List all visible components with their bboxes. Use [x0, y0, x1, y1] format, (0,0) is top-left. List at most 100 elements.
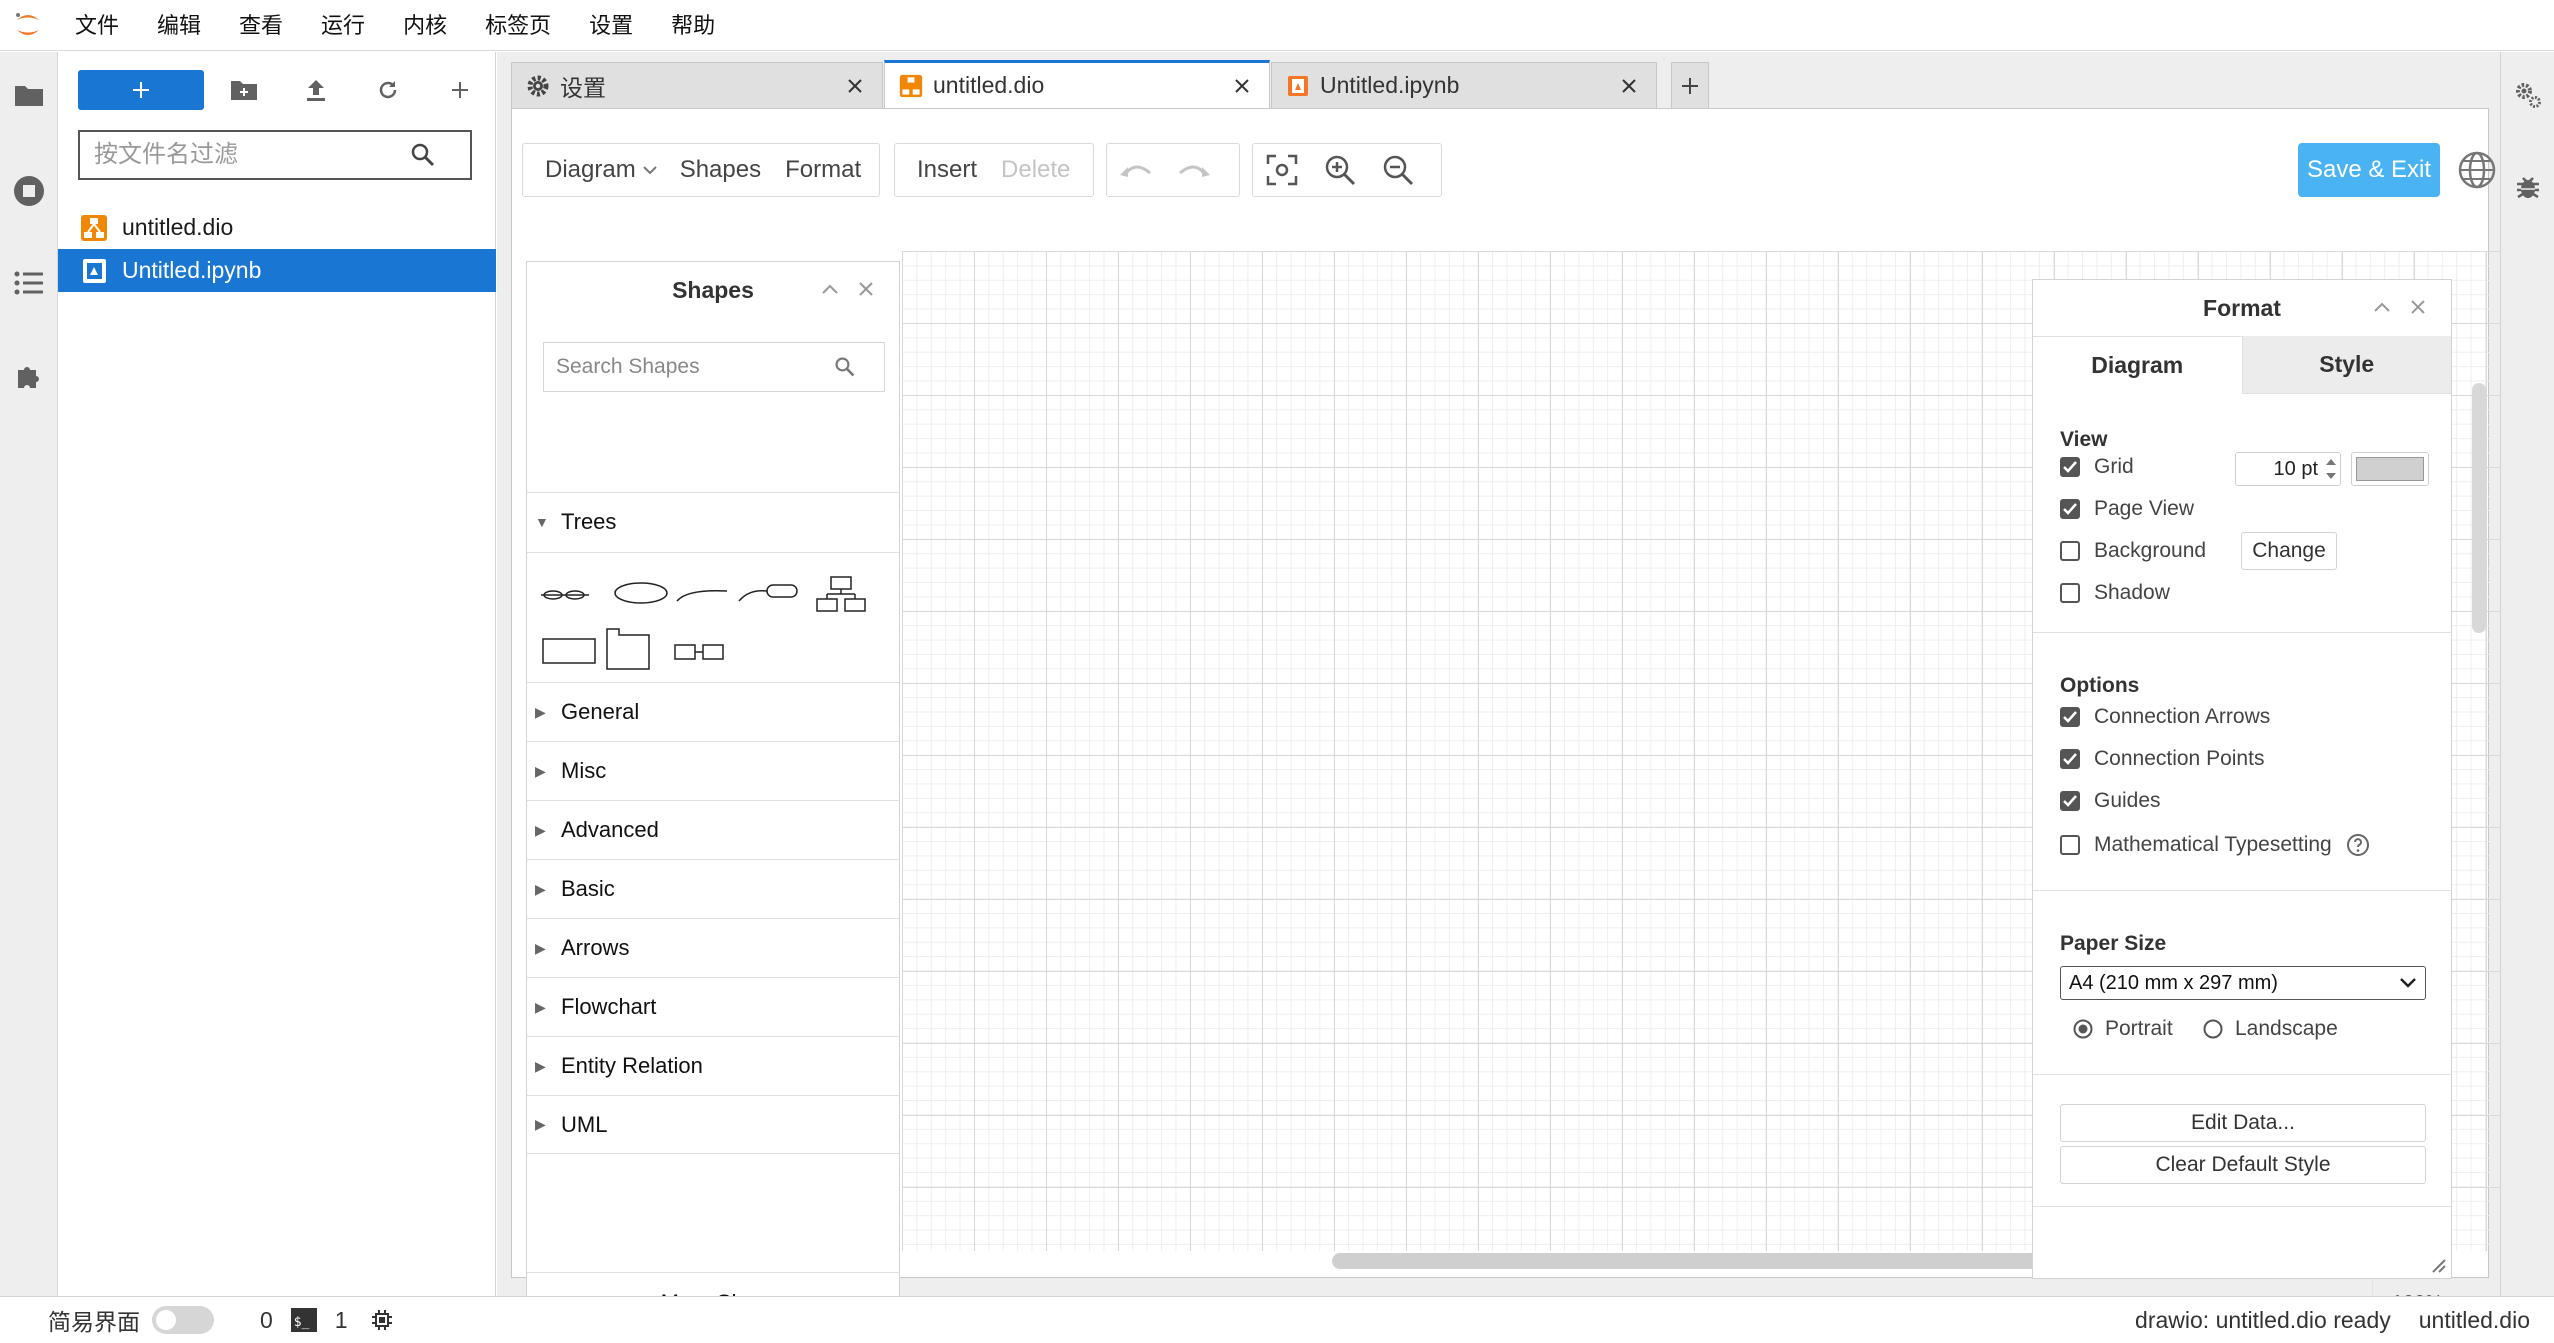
- zoom-in-icon[interactable]: [1320, 150, 1360, 190]
- paper-size-select[interactable]: A4 (210 mm x 297 mm): [2060, 966, 2426, 1000]
- collapsed-arrow-icon: ▶: [535, 998, 546, 1015]
- section-label: Trees: [561, 509, 617, 534]
- connection-points-checkbox[interactable]: Connection Points: [2060, 744, 2264, 774]
- shapes-section-uml[interactable]: ▶ UML: [527, 1095, 899, 1154]
- shapes-section-entity-relation[interactable]: ▶ Entity Relation: [527, 1036, 899, 1095]
- fit-window-icon[interactable]: [1262, 150, 1302, 190]
- close-icon[interactable]: [853, 276, 879, 302]
- zoom-out-icon[interactable]: [1378, 150, 1418, 190]
- undo-icon[interactable]: [1116, 150, 1156, 190]
- radio-unselected: [2203, 1019, 2223, 1039]
- refresh-button[interactable]: [370, 72, 406, 108]
- shapes-toggle[interactable]: Shapes: [668, 156, 773, 184]
- plus-icon: [1682, 77, 1698, 94]
- menu-file[interactable]: 文件: [56, 0, 138, 51]
- kernel-chip-icon[interactable]: [370, 1308, 394, 1332]
- file-filter-field[interactable]: [78, 130, 472, 180]
- property-inspector-gear-icon[interactable]: [2513, 80, 2543, 110]
- tree-shape-subtopic[interactable]: [738, 584, 798, 602]
- new-launcher-button[interactable]: [78, 70, 204, 110]
- debugger-bug-icon[interactable]: [2513, 172, 2543, 202]
- tree-shape-mindmap[interactable]: [541, 590, 589, 600]
- connection-arrows-checkbox[interactable]: Connection Arrows: [2060, 702, 2270, 732]
- math-typesetting-checkbox[interactable]: Mathematical Typesetting: [2060, 830, 2370, 860]
- grid-checkbox[interactable]: Grid: [2060, 452, 2134, 482]
- simple-mode-toggle[interactable]: [152, 1306, 214, 1334]
- menu-help[interactable]: 帮助: [652, 0, 734, 51]
- shapes-section-flowchart[interactable]: ▶ Flowchart: [527, 977, 899, 1036]
- file-filter-input[interactable]: [80, 141, 410, 169]
- shapes-section-advanced[interactable]: ▶ Advanced: [527, 800, 899, 859]
- background-checkbox[interactable]: Background: [2060, 536, 2206, 566]
- horizontal-scrollbar[interactable]: [1332, 1253, 2052, 1269]
- folder-icon[interactable]: [8, 74, 50, 116]
- shapes-section-misc[interactable]: ▶ Misc: [527, 741, 899, 800]
- new-file-button[interactable]: [442, 72, 478, 108]
- clear-default-style-button[interactable]: Clear Default Style: [2060, 1146, 2426, 1184]
- grid-color-button[interactable]: [2351, 452, 2429, 486]
- table-of-contents-icon[interactable]: [8, 262, 50, 304]
- drawio-toolbar: Diagram Shapes Format Insert Delete Save…: [512, 119, 2496, 197]
- section-label: Entity Relation: [561, 1053, 703, 1078]
- guides-checkbox[interactable]: Guides: [2060, 786, 2161, 816]
- new-folder-button[interactable]: [226, 72, 262, 108]
- menu-kernel[interactable]: 内核: [384, 0, 466, 51]
- menu-settings[interactable]: 设置: [570, 0, 652, 51]
- vertical-scrollbar[interactable]: [2472, 383, 2486, 633]
- redo-icon[interactable]: [1174, 150, 1214, 190]
- tree-shape-horizontal-tree[interactable]: [674, 644, 724, 660]
- landscape-radio[interactable]: Landscape: [2203, 1014, 2338, 1044]
- tab-settings[interactable]: 设置: [511, 62, 883, 108]
- new-tab-button[interactable]: [1671, 62, 1709, 108]
- portrait-radio[interactable]: Portrait: [2073, 1014, 2173, 1044]
- running-sessions-icon[interactable]: [8, 170, 50, 212]
- shapes-section-trees[interactable]: ▼ Trees: [527, 492, 899, 551]
- delete-button[interactable]: Delete: [989, 156, 1082, 184]
- format-tab-diagram[interactable]: Diagram: [2033, 336, 2243, 394]
- help-question-icon[interactable]: [2346, 833, 2370, 857]
- terminal-count: 0: [260, 1306, 273, 1333]
- extension-puzzle-icon[interactable]: [8, 356, 50, 398]
- close-icon[interactable]: [2405, 294, 2431, 320]
- close-icon[interactable]: [1616, 73, 1642, 99]
- divider: [2033, 1206, 2451, 1207]
- checkbox-unchecked: [2060, 583, 2080, 603]
- shapes-section-basic[interactable]: ▶ Basic: [527, 859, 899, 918]
- menu-run[interactable]: 运行: [302, 0, 384, 51]
- insert-menu[interactable]: Insert: [895, 156, 989, 184]
- change-background-button[interactable]: Change: [2241, 532, 2337, 570]
- menu-edit[interactable]: 编辑: [138, 0, 220, 51]
- menu-view[interactable]: 查看: [220, 0, 302, 51]
- edit-data-button[interactable]: Edit Data...: [2060, 1104, 2426, 1142]
- section-label: Misc: [561, 758, 607, 783]
- file-item-untitled-ipynb[interactable]: Untitled.ipynb: [58, 249, 496, 292]
- terminal-icon[interactable]: $_: [290, 1308, 317, 1332]
- language-globe-icon[interactable]: [2456, 149, 2498, 191]
- format-tab-style[interactable]: Style: [2242, 336, 2451, 394]
- tree-shape-branch[interactable]: [676, 589, 728, 602]
- format-toggle[interactable]: Format: [773, 156, 873, 184]
- upload-button[interactable]: [298, 72, 334, 108]
- shape-search-input[interactable]: [544, 355, 834, 379]
- diagram-menu[interactable]: Diagram: [523, 156, 648, 184]
- tree-shape-container[interactable]: [542, 638, 596, 664]
- menu-tabs[interactable]: 标签页: [466, 0, 570, 51]
- save-and-exit-button[interactable]: Save & Exit: [2298, 143, 2440, 197]
- page-view-checkbox[interactable]: Page View: [2060, 494, 2194, 524]
- grid-size-stepper[interactable]: [2323, 454, 2339, 484]
- close-icon[interactable]: [842, 73, 868, 99]
- close-icon[interactable]: [1229, 73, 1255, 99]
- tree-shape-ellipse[interactable]: [614, 582, 668, 604]
- collapse-icon[interactable]: [2369, 294, 2395, 320]
- shapes-section-general[interactable]: ▶ General: [527, 682, 899, 741]
- file-item-untitled-dio[interactable]: untitled.dio: [58, 206, 496, 249]
- collapse-icon[interactable]: [817, 276, 843, 302]
- shape-search-field[interactable]: [543, 342, 885, 392]
- tab-untitled-dio[interactable]: untitled.dio: [884, 60, 1270, 108]
- shadow-checkbox[interactable]: Shadow: [2060, 578, 2170, 608]
- tree-shape-org-chart[interactable]: [816, 576, 866, 612]
- shapes-section-arrows[interactable]: ▶ Arrows: [527, 918, 899, 977]
- tab-untitled-ipynb[interactable]: Untitled.ipynb: [1271, 62, 1657, 108]
- resize-handle-icon[interactable]: [2429, 1256, 2447, 1274]
- tree-shape-sub-tree[interactable]: [606, 628, 650, 670]
